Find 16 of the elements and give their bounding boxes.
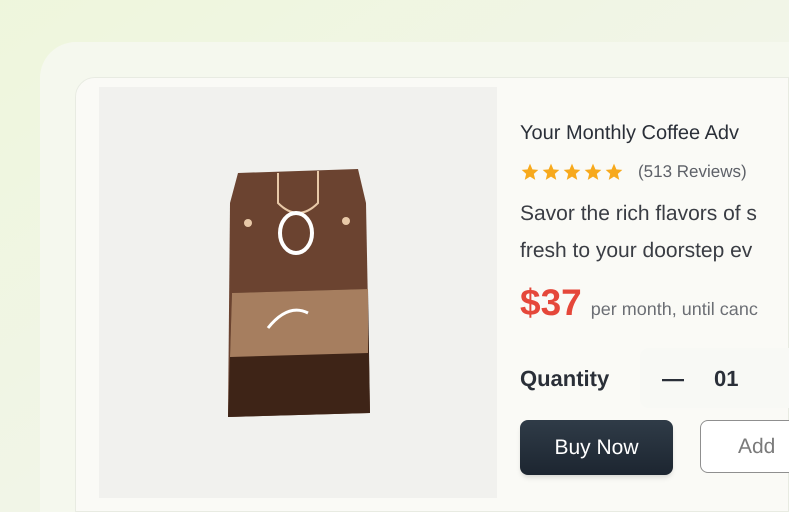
price: $37	[520, 280, 582, 324]
star-icon	[562, 162, 582, 182]
quantity-value: 01	[714, 364, 738, 392]
product-title: Your Monthly Coffee Adv	[520, 121, 740, 146]
add-button[interactable]: Add	[700, 420, 789, 473]
price-note: per month, until canc	[590, 298, 758, 321]
description-line: Savor the rich flavors of s	[520, 200, 758, 226]
star-icon	[604, 162, 624, 182]
review-count: (513 Reviews)	[638, 161, 747, 183]
star-icon	[583, 162, 603, 182]
buy-now-button[interactable]: Buy Now	[520, 420, 673, 475]
decrement-button[interactable]: —	[662, 362, 684, 394]
star-icon	[520, 162, 540, 182]
quantity-label: Quantity	[520, 364, 610, 393]
description-line: fresh to your doorstep ev	[520, 238, 754, 264]
star-icon	[541, 162, 561, 182]
